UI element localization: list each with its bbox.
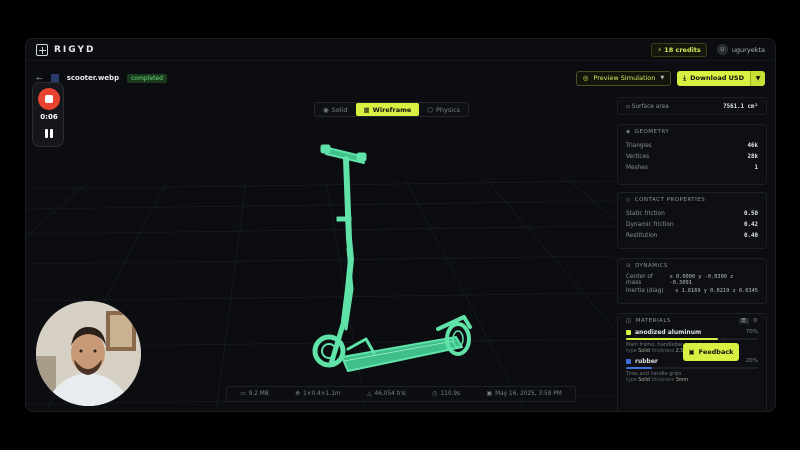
material-color-swatch [626, 359, 631, 364]
dynamics-row: Center of mass x 0.0000 y -0.0300 z -0.30… [626, 273, 734, 286]
top-bar: RIGYD ⚡ 18 credits U uguryekta [26, 39, 775, 61]
dynamics-row: Inertia (diag) x 1.6169 y 0.0219 z 0.0345 [626, 287, 758, 294]
contact-properties-card: ◇ CONTACT PROPERTIES Static friction 0.50 … [617, 192, 767, 249]
download-icon: ⤓ [683, 73, 687, 82]
contact-row: Static friction 0.50 [626, 210, 758, 217]
recording-time: 0:06 [40, 113, 58, 121]
material-share-bar [626, 338, 758, 340]
dynamics-icon: ⊙ [626, 263, 632, 269]
logo-icon [36, 43, 48, 56]
triangle-icon: △ [367, 391, 372, 397]
geometry-row: Meshes 1 [626, 164, 758, 171]
view-mode-tabs: ◉ Solid ▦ Wireframe ⬡ Physics [314, 102, 470, 117]
physics-icon: ⬡ [427, 105, 433, 114]
presenter-image [36, 301, 141, 406]
surface-area-value: 7561.1 cm² [723, 103, 758, 110]
geometry-title: ◈ GEOMETRY [626, 129, 670, 135]
geometry-row: Triangles 46k [626, 142, 758, 149]
contact-icon: ◇ [626, 197, 631, 203]
materials-title: ◫ MATERIALS ☰ ⚙ [626, 318, 758, 324]
download-options-button[interactable]: ▼ [750, 70, 765, 86]
pause-icon[interactable] [44, 129, 54, 139]
solid-icon: ◉ [323, 105, 329, 114]
stat-triangles: △ 46,054 tris [367, 391, 406, 397]
app-logo-text: RIGYD [54, 44, 96, 55]
material-share-fill [626, 367, 653, 369]
file-size-icon: ▭ [240, 391, 246, 397]
surface-area-label: ▫ Surface area [626, 103, 669, 110]
grid-icon: ▦ [363, 105, 370, 114]
layers-icon: ◫ [626, 318, 632, 324]
chevron-down-icon: ▼ [660, 75, 665, 81]
tab-physics[interactable]: ⬡ Physics [419, 103, 468, 116]
webcam-overlay [36, 301, 141, 406]
stat-dimensions: ✥ 1×0.4×1.1m [295, 391, 341, 397]
screen-recorder-widget: 0:06 [32, 82, 64, 147]
model-stats-bar: ▭ 9.2 MB ✥ 1×0.4×1.1m △ 46,054 tris ◷ 110.9s… [226, 386, 576, 402]
tab-wireframe[interactable]: ▦ Wireframe [355, 103, 420, 116]
contact-row: Dynamic friction 0.42 [626, 221, 758, 228]
materials-card: ◫ MATERIALS ☰ ⚙ anodized aluminum 70% Mai… [617, 313, 767, 411]
cube-icon: ◈ [626, 129, 631, 135]
stat-time: ◷ 110.9s [432, 391, 461, 397]
contact-title: ◇ CONTACT PROPERTIES [626, 197, 706, 203]
preview-icon: ◎ [582, 74, 589, 82]
material-item[interactable]: rubber 20% Tires and handle grips type S… [626, 358, 758, 383]
material-color-swatch [626, 330, 631, 335]
stat-file-size: ▭ 9.2 MB [240, 391, 269, 397]
dimensions-icon: ✥ [295, 391, 301, 397]
status-badge: completed [127, 73, 167, 83]
clock-icon: ◷ [432, 391, 438, 397]
preview-simulation-button[interactable]: ◎ Preview Simulation ▼ [575, 70, 672, 86]
dynamics-title: ⊙ DYNAMICS [626, 263, 668, 269]
surface-area-card: ▫ Surface area 7561.1 cm² [617, 97, 767, 115]
tab-solid[interactable]: ◉ Solid [315, 103, 356, 116]
credits-badge[interactable]: ⚡ 18 credits [651, 42, 707, 57]
feedback-button[interactable]: ▣ Feedback [683, 343, 739, 361]
material-share-fill [626, 338, 719, 340]
file-bar: ← scooter.webp completed ◎ Preview Simul… [26, 69, 775, 87]
download-usd-button[interactable]: ⤓ Download USD [677, 70, 750, 86]
dynamics-card: ⊙ DYNAMICS Center of mass x 0.0000 y -0.03… [617, 258, 767, 304]
list-view-icon[interactable]: ☰ [739, 318, 749, 324]
geometry-card: ◈ GEOMETRY Triangles 46k Vertices 28k Meshe… [617, 124, 767, 185]
stat-date: ▣ May 16, 2025, 3:58 PM [486, 391, 562, 397]
stop-recording-button[interactable] [38, 88, 60, 110]
geometry-row: Vertices 28k [626, 153, 758, 160]
chat-icon: ▣ [688, 348, 695, 356]
calendar-icon: ▣ [486, 391, 493, 397]
avatar[interactable]: U [716, 44, 728, 55]
material-share-bar [626, 367, 758, 369]
contact-row: Restitution 0.40 [626, 232, 758, 239]
file-name: scooter.webp [66, 74, 120, 82]
settings-icon[interactable]: ⚙ [753, 318, 758, 324]
username[interactable]: uguryekta [732, 46, 765, 54]
